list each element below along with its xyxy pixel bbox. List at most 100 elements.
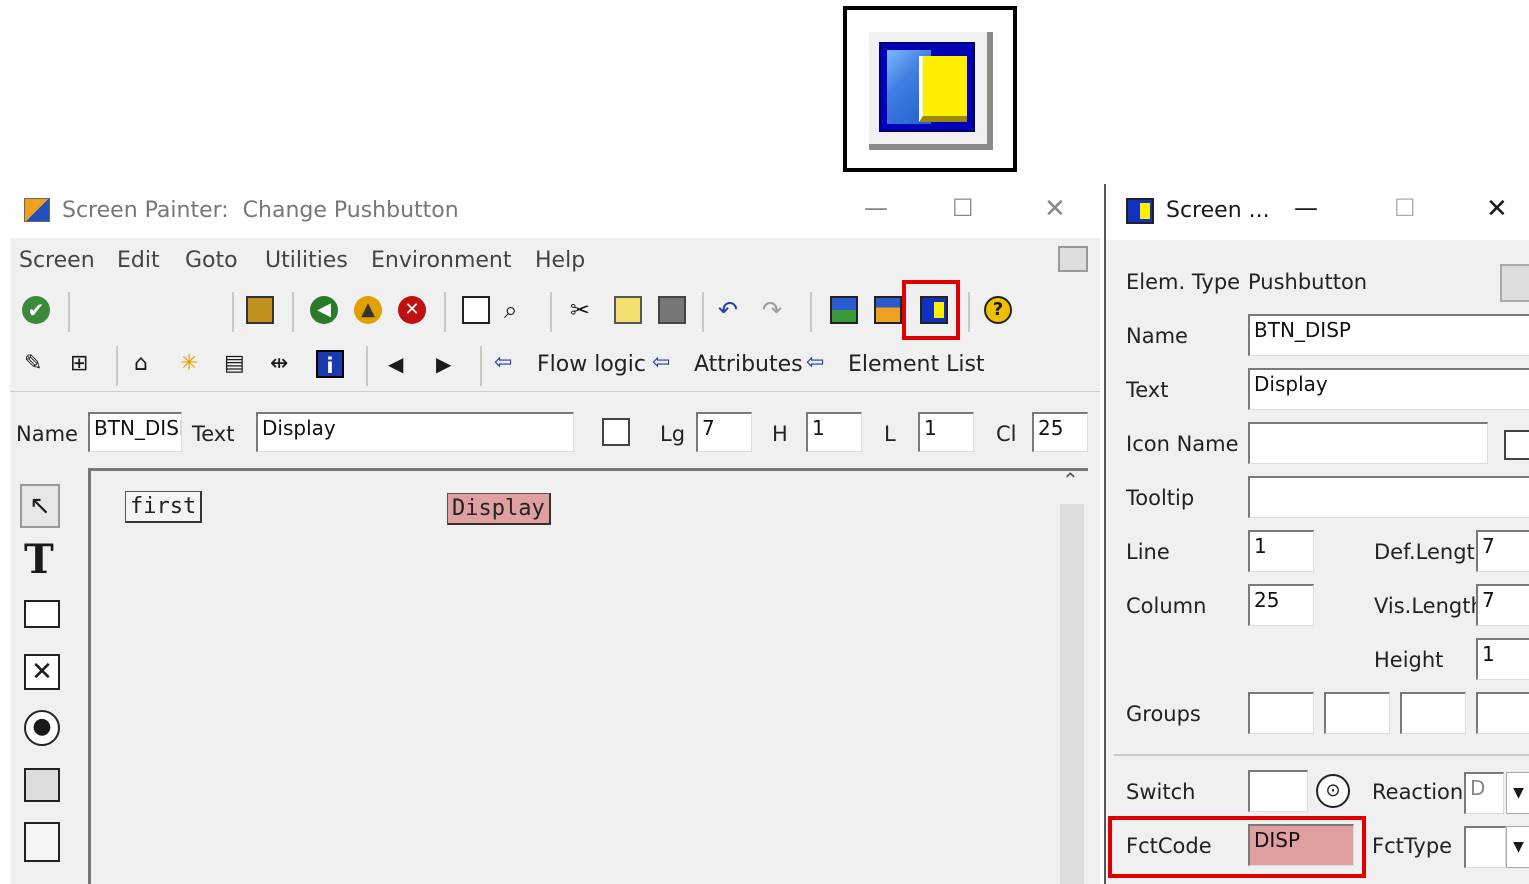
copy-icon[interactable] [614,296,642,324]
save-icon[interactable] [246,296,274,324]
group-field-4[interactable] [1476,692,1529,734]
groups-label: Groups [1126,702,1201,726]
element-list-arrow-icon: ⇦ [806,350,825,375]
text-field[interactable]: Display [256,412,574,452]
height-field[interactable]: 1 [1476,638,1529,680]
attributes-button[interactable]: Attributes [694,352,803,377]
fcttype-label: FctType [1372,834,1453,858]
height-label: Height [1374,648,1444,672]
exit-icon[interactable]: ▲ [354,296,382,324]
switch-radio-icon[interactable]: ⊙ [1316,774,1350,808]
panel-close-button[interactable]: ✕ [1486,194,1508,224]
lg-label: Lg [660,422,686,446]
icon-list-icon[interactable] [1504,430,1529,460]
fcttype-dropdown-icon[interactable]: ▼ [1506,826,1529,868]
cut-icon[interactable]: ✂ [570,296,598,324]
redo-icon[interactable]: ↷ [762,296,790,324]
menu-edit[interactable]: Edit [117,248,160,273]
group-field-2[interactable] [1324,692,1390,734]
group-field-3[interactable] [1400,692,1466,734]
icon-name-field[interactable] [1248,422,1488,464]
fcttype-select[interactable] [1464,826,1506,868]
def-length-field[interactable]: 7 [1476,530,1529,572]
element-icon[interactable]: ▤ [224,350,252,378]
menu-environment[interactable]: Environment [371,248,511,273]
menu-help[interactable]: Help [535,248,585,273]
sparkle-icon[interactable]: ✳ [180,350,208,378]
flow-logic-button[interactable]: Flow logic [537,352,646,377]
layout-canvas[interactable]: first Display [88,468,1088,884]
tooltip-label: Tooltip [1126,486,1195,510]
canvas-scrollbar[interactable]: ⌃ [1056,468,1086,884]
scroll-up-icon[interactable]: ⌃ [1062,468,1079,492]
line-field[interactable]: 1 [1248,530,1314,572]
tooltip-field[interactable] [1248,476,1529,518]
undo-icon[interactable]: ↶ [718,296,746,324]
lg-field[interactable]: 7 [696,412,752,452]
panel-text-field[interactable]: Display [1248,368,1529,410]
magic-wand-icon[interactable]: ✎ [24,350,52,378]
panel-name-field[interactable]: BTN_DISP [1248,314,1529,356]
switch-field[interactable] [1248,770,1308,812]
vis-length-label: Vis.Length [1374,594,1484,618]
reaction-select[interactable]: D [1464,772,1504,814]
panel-title-bar: Screen ... — ☐ ✕ [1106,184,1529,240]
info-icon[interactable]: i [316,350,344,378]
column-field[interactable]: 25 [1248,584,1314,626]
highlight-fctcode [1108,816,1366,878]
menu-goto[interactable]: Goto [185,248,238,273]
elem-type-button[interactable] [1500,264,1529,302]
menu-screen[interactable]: Screen [19,248,95,273]
help-icon[interactable]: ? [984,296,1012,324]
pushbutton-tool-icon[interactable] [24,768,60,802]
switch-label: Switch [1126,780,1196,804]
elem-type-label: Elem. Type [1126,270,1241,294]
enter-check-icon[interactable]: ✔ [22,296,50,324]
input-field-tool-icon[interactable] [24,600,60,628]
text-field-tool-icon[interactable]: T [24,538,58,582]
attributes-window-icon [869,32,993,150]
panel-maximize-button[interactable]: ☐ [1394,194,1416,222]
vis-length-field[interactable]: 7 [1476,584,1529,626]
fullscreen-window-icon[interactable] [874,296,902,324]
move-icon[interactable]: ⇹ [270,350,298,378]
find-icon[interactable]: ⌕ [504,296,532,324]
reaction-dropdown-icon[interactable]: ▼ [1506,772,1529,814]
maximize-button[interactable]: ☐ [952,194,974,222]
icon-name-label: Icon Name [1126,432,1239,456]
next-icon[interactable]: ▶ [436,352,464,380]
element-list-button[interactable]: Element List [848,352,985,377]
group-field-1[interactable] [1248,692,1314,734]
radio-tool-icon[interactable]: ● [24,710,60,746]
l-label: L [884,422,896,446]
attributes-panel: Screen ... — ☐ ✕ Elem. Type Pushbutton N… [1104,184,1529,884]
def-length-label: Def.Lengt [1374,540,1475,564]
minimize-button[interactable]: — [864,194,888,222]
display-pushbutton[interactable]: Display [447,493,551,525]
menu-utilities[interactable]: Utilities [265,248,348,273]
checkbox-tool-icon[interactable]: ✕ [24,654,60,690]
previous-icon[interactable]: ◀ [388,352,416,380]
frame-tool-icon[interactable] [24,822,60,862]
element-toolbox: ↖ T ✕ ● [16,476,76,884]
back-icon[interactable]: ◀ [310,296,338,324]
text-list-icon[interactable] [602,418,630,446]
print-icon[interactable] [462,296,490,324]
cl-field[interactable]: 25 [1032,412,1088,452]
h-label: H [772,422,788,446]
hierarchy-icon[interactable]: ⊞ [70,350,98,378]
dictionary-icon[interactable]: ⌂ [134,350,162,378]
zoomed-icon-callout [843,6,1017,172]
name-field[interactable]: BTN_DISP [88,412,182,452]
pointer-icon[interactable]: ↖ [20,484,60,528]
layout-menu-icon[interactable] [1058,246,1088,272]
paste-icon[interactable] [658,296,686,324]
layout-window-icon[interactable] [830,296,858,324]
h-field[interactable]: 1 [806,412,862,452]
scroll-thumb[interactable] [1060,504,1084,884]
first-pushbutton[interactable]: first [125,491,203,523]
panel-minimize-button[interactable]: — [1294,194,1318,222]
close-button[interactable]: ✕ [1044,194,1066,224]
l-field[interactable]: 1 [918,412,974,452]
cancel-icon[interactable]: ✕ [398,296,426,324]
